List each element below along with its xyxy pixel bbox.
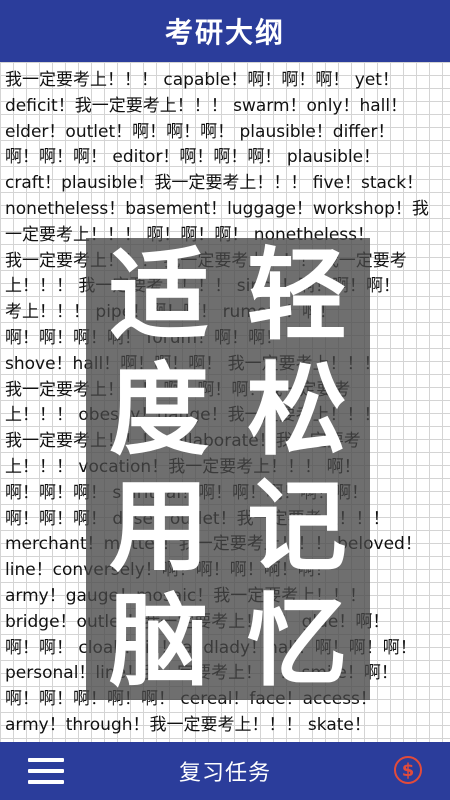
slogan-overlay: 适 度 用 脑 轻 松 记 忆 xyxy=(86,238,370,700)
coin-symbol: $ xyxy=(401,759,415,781)
text-line: 我一定要考上！！！ capable！啊！啊！啊！ yet！ xyxy=(5,70,399,90)
coin-icon[interactable]: $ xyxy=(394,756,422,784)
text-line: army！through！我一定要考上！！！ skate！ xyxy=(5,714,371,735)
review-task-button[interactable]: 复习任务 xyxy=(0,755,450,787)
text-line: craft！plausible！我一定要考上！！！ five！stack！ xyxy=(5,173,424,194)
slogan-left-column: 适 度 用 脑 xyxy=(94,238,224,700)
app-header: 考研大纲 xyxy=(0,0,450,62)
slogan-char: 脑 xyxy=(109,583,209,701)
text-line: deficit！我一定要考上！！！ swarm！only！hall！ xyxy=(5,95,408,116)
bottom-bar: 复习任务 $ xyxy=(0,742,450,800)
slogan-char: 记 xyxy=(247,467,347,585)
text-line: 啊！啊！啊！ editor！啊！啊！啊！ plausible！ xyxy=(5,147,381,168)
word-grid[interactable]: 我一定要考上！！！ capable！啊！啊！啊！ yet！ deficit！我一… xyxy=(0,62,450,742)
slogan-char: 轻 xyxy=(247,236,347,354)
slogan-char: 适 xyxy=(109,236,209,354)
text-line: nonetheless！basement！luggage！workshop！我 xyxy=(5,198,429,219)
slogan-char: 松 xyxy=(247,352,347,470)
page-title: 考研大纲 xyxy=(164,16,285,49)
slogan-char: 用 xyxy=(109,467,209,585)
slogan-char: 忆 xyxy=(247,583,347,701)
text-line: elder！outlet！啊！啊！啊！ plausible！differ！ xyxy=(5,121,395,142)
slogan-right-column: 轻 松 记 忆 xyxy=(232,238,362,700)
slogan-char: 度 xyxy=(109,352,209,470)
